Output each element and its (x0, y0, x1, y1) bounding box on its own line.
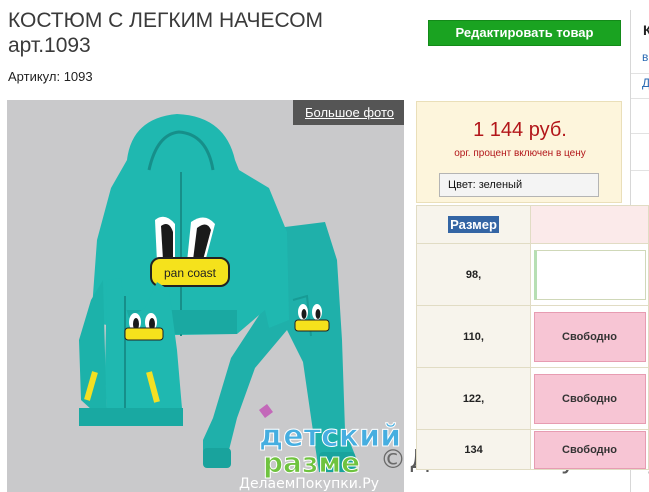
availability-cell: Свободно (530, 305, 649, 368)
size-header: Размер (415, 205, 532, 244)
table-row: 98, (415, 243, 649, 306)
size-value: 110, (415, 305, 532, 368)
price-box: 1 144 руб. орг. процент включен в цену Ц… (416, 101, 622, 203)
table-row: 134 Свободно (415, 429, 649, 470)
quantity-cell (530, 243, 649, 306)
color-select[interactable]: Цвет: зеленый (439, 173, 599, 197)
brand-label: pan coast (164, 266, 217, 280)
copyright-icon: © (380, 445, 406, 475)
tracksuit-image: pan coast детский разме ДелаемПокупки.Ру (79, 114, 402, 492)
store-logo-line2: разме (263, 446, 360, 479)
quantity-input[interactable] (533, 249, 646, 300)
product-photo[interactable]: pan coast детский разме ДелаемПокупки.Ру… (7, 100, 404, 492)
divider (631, 170, 649, 171)
divider (631, 133, 649, 134)
divider (631, 73, 649, 74)
price-note: орг. процент включен в цену (454, 148, 586, 159)
size-header-label: Размер (448, 216, 499, 233)
size-value: 134 (415, 429, 532, 470)
product-title: КОСТЮМ С ЛЕГКИМ НАЧЕСОМ арт.1093 (8, 8, 418, 58)
product-page: КОСТЮМ С ЛЕГКИМ НАЧЕСОМ арт.1093 Артикул… (0, 0, 649, 492)
table-row: 110, Свободно (415, 305, 649, 368)
availability-cell: Свободно (530, 429, 649, 470)
big-photo-button[interactable]: Большое фото (292, 100, 404, 125)
side-panel-link[interactable]: в (642, 50, 648, 64)
size-value: 98, (415, 243, 532, 306)
side-panel-title: К (643, 22, 649, 38)
price-amount: 1 144 руб. (473, 119, 567, 141)
size-value: 122, (415, 367, 532, 430)
size-table: Размер 98, 110, Свободно 122, Свободно 1… (415, 205, 649, 470)
table-row: 122, Свободно (415, 367, 649, 430)
edit-product-button[interactable]: Редактировать товар (428, 20, 621, 46)
available-button[interactable]: Свободно (533, 430, 646, 469)
available-button[interactable]: Свободно (533, 373, 646, 424)
product-title-line1: КОСТЮМ С ЛЕГКИМ НАЧЕСОМ (8, 9, 324, 32)
store-logo-subtext: ДелаемПокупки.Ру (239, 476, 379, 492)
available-button[interactable]: Свободно (533, 311, 646, 362)
product-sku: Артикул: 1093 (8, 69, 93, 84)
product-title-line2: арт.1093 (8, 34, 91, 57)
availability-cell: Свободно (530, 367, 649, 430)
table-header-row: Размер (415, 205, 649, 244)
availability-header (530, 205, 649, 244)
side-panel-link[interactable]: Д (642, 76, 649, 90)
divider (631, 98, 649, 99)
